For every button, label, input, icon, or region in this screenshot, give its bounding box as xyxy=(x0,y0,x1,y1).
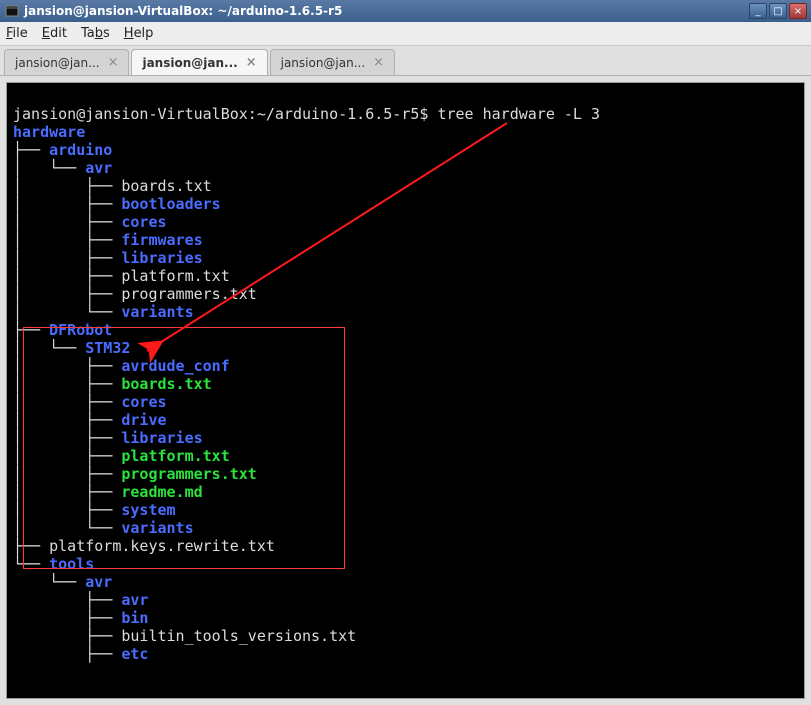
file-df-programmers: programmers.txt xyxy=(121,465,256,483)
menubar: File Edit Tabs Help xyxy=(0,22,811,46)
dir-drive: drive xyxy=(121,411,166,429)
window-titlebar: jansion@jansion-VirtualBox: ~/arduino-1.… xyxy=(0,0,811,22)
tree-root: hardware xyxy=(13,123,85,141)
dir-avr: avr xyxy=(85,159,112,177)
tab-label: jansion@jan... xyxy=(281,56,366,70)
tab-label: jansion@jan... xyxy=(15,56,100,70)
terminal[interactable]: jansion@jansion-VirtualBox:~/arduino-1.6… xyxy=(6,82,805,699)
dir-libraries: libraries xyxy=(121,249,202,267)
dir-stm32: STM32 xyxy=(85,339,130,357)
dir-variants: variants xyxy=(121,303,193,321)
menu-tabs[interactable]: Tabs xyxy=(81,26,110,41)
file-platform-keys: platform.keys.rewrite.txt xyxy=(49,537,275,555)
menu-file[interactable]: File xyxy=(6,26,28,41)
dir-etc: etc xyxy=(121,645,148,663)
tab-close-icon[interactable]: × xyxy=(246,55,257,70)
dir-tools-avr: avr xyxy=(85,573,112,591)
dir-df-libraries: libraries xyxy=(121,429,202,447)
maximize-button[interactable]: □ xyxy=(769,3,787,19)
dir-df-cores: cores xyxy=(121,393,166,411)
window-title: jansion@jansion-VirtualBox: ~/arduino-1.… xyxy=(24,4,749,18)
menu-edit[interactable]: Edit xyxy=(42,26,67,41)
file-df-platform: platform.txt xyxy=(121,447,229,465)
tab-2[interactable]: jansion@jan... × xyxy=(131,49,267,75)
app-icon xyxy=(4,3,20,19)
dir-avrdude-conf: avrdude_conf xyxy=(121,357,229,375)
dir-bin: bin xyxy=(121,609,148,627)
dir-tools: tools xyxy=(49,555,94,573)
tab-close-icon[interactable]: × xyxy=(108,55,119,70)
dir-cores: cores xyxy=(121,213,166,231)
file-boards: boards.txt xyxy=(121,177,211,195)
file-readme: readme.md xyxy=(121,483,202,501)
dir-arduino: arduino xyxy=(49,141,112,159)
close-button[interactable]: × xyxy=(789,3,807,19)
minimize-button[interactable]: _ xyxy=(749,3,767,19)
dir-dfrobot: DFRobot xyxy=(49,321,112,339)
tab-label: jansion@jan... xyxy=(142,56,237,70)
menu-help[interactable]: Help xyxy=(124,26,154,41)
dir-df-variants: variants xyxy=(121,519,193,537)
dir-bootloaders: bootloaders xyxy=(121,195,220,213)
file-platform: platform.txt xyxy=(121,267,229,285)
window-controls: _ □ × xyxy=(749,3,807,19)
file-programmers: programmers.txt xyxy=(121,285,256,303)
prompt-line: jansion@jansion-VirtualBox:~/arduino-1.6… xyxy=(13,105,600,123)
terminal-frame: jansion@jansion-VirtualBox:~/arduino-1.6… xyxy=(0,76,811,705)
file-df-boards: boards.txt xyxy=(121,375,211,393)
dir-firmwares: firmwares xyxy=(121,231,202,249)
tab-bar: jansion@jan... × jansion@jan... × jansio… xyxy=(0,46,811,76)
tab-3[interactable]: jansion@jan... × xyxy=(270,49,395,75)
tab-close-icon[interactable]: × xyxy=(373,55,384,70)
file-builtin-tools: builtin_tools_versions.txt xyxy=(121,627,356,645)
dir-system: system xyxy=(121,501,175,519)
dir-tools-avr2: avr xyxy=(121,591,148,609)
tab-1[interactable]: jansion@jan... × xyxy=(4,49,129,75)
